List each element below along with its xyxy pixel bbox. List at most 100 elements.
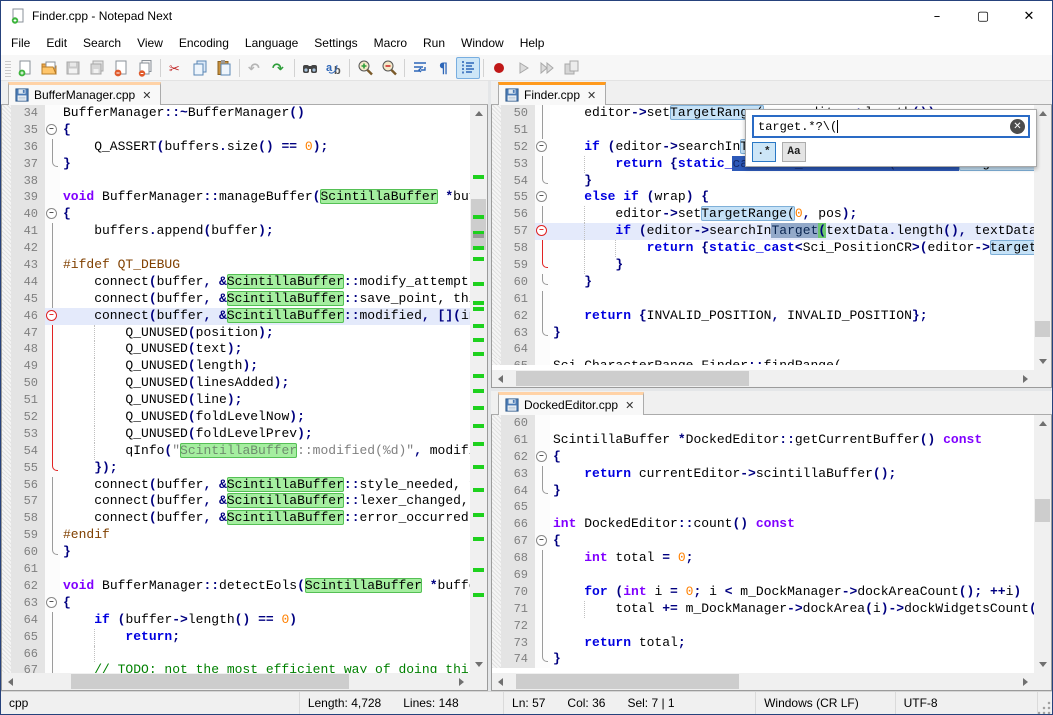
- h-scroll-thumb[interactable]: [516, 674, 740, 689]
- bookmark-margin[interactable]: [2, 173, 11, 190]
- bookmark-margin[interactable]: [2, 257, 11, 274]
- bookmark-margin[interactable]: [492, 223, 501, 240]
- bookmark-margin[interactable]: [492, 325, 501, 342]
- match-case-toggle-button[interactable]: Aa: [782, 142, 806, 162]
- code-text[interactable]: connect(buffer, &ScintillaBuffer::save_p…: [60, 291, 470, 308]
- record-macro-icon[interactable]: [487, 57, 511, 79]
- bookmark-margin[interactable]: [2, 612, 11, 629]
- zoom-in-icon[interactable]: [353, 57, 377, 79]
- code-text[interactable]: int total = 0;: [550, 550, 1034, 567]
- code-text[interactable]: connect(buffer, &ScintillaBuffer::error_…: [60, 510, 470, 527]
- code-text[interactable]: editor->setTargetRange(0, pos);: [550, 206, 1034, 223]
- code-text[interactable]: {: [550, 533, 1034, 550]
- scroll-left-button[interactable]: [2, 673, 19, 690]
- h-scroll-thumb[interactable]: [516, 371, 750, 386]
- bookmark-margin[interactable]: [2, 341, 11, 358]
- menu-help[interactable]: Help: [512, 32, 553, 54]
- maximize-button[interactable]: ▢: [960, 1, 1006, 31]
- code-text[interactable]: Q_UNUSED(text);: [60, 341, 470, 358]
- fold-margin[interactable]: –: [45, 206, 60, 223]
- code-text[interactable]: #ifdef QT_DEBUG: [60, 257, 470, 274]
- bookmark-margin[interactable]: [492, 516, 501, 533]
- open-file-icon[interactable]: [37, 57, 61, 79]
- redo-icon[interactable]: ↷: [267, 57, 291, 79]
- bookmark-margin[interactable]: [492, 635, 501, 652]
- scroll-right-button[interactable]: [1017, 673, 1034, 690]
- scroll-left-button[interactable]: [492, 673, 509, 690]
- menu-language[interactable]: Language: [237, 32, 306, 54]
- close-icon[interactable]: [109, 57, 133, 79]
- code-text[interactable]: [60, 646, 470, 663]
- buffermanager-horizontal-scrollbar[interactable]: [2, 673, 470, 690]
- fold-margin[interactable]: –: [45, 308, 60, 325]
- zoom-out-icon[interactable]: [377, 57, 401, 79]
- bookmark-margin[interactable]: [492, 358, 501, 365]
- code-text[interactable]: Q_UNUSED(foldLevelPrev);: [60, 426, 470, 443]
- code-text[interactable]: else if (wrap) {: [550, 189, 1034, 206]
- h-scroll-track[interactable]: [509, 370, 1017, 387]
- bookmark-margin[interactable]: [492, 466, 501, 483]
- close-all-icon[interactable]: [133, 57, 157, 79]
- status-language[interactable]: cpp: [1, 692, 300, 714]
- bookmark-margin[interactable]: [492, 308, 501, 325]
- code-text[interactable]: // TODO: not the most efficient way of d…: [60, 662, 470, 673]
- menu-edit[interactable]: Edit: [38, 32, 75, 54]
- bookmark-margin[interactable]: [492, 139, 501, 156]
- code-text[interactable]: }: [550, 483, 1034, 500]
- menu-file[interactable]: File: [3, 32, 38, 54]
- code-text[interactable]: Q_UNUSED(position);: [60, 325, 470, 342]
- v-scroll-thumb[interactable]: [471, 199, 486, 250]
- code-text[interactable]: }: [550, 257, 1034, 274]
- status-eol-format[interactable]: Windows (CR LF): [756, 692, 896, 714]
- code-text[interactable]: });: [60, 460, 470, 477]
- finder-horizontal-scrollbar[interactable]: [492, 370, 1034, 387]
- code-text[interactable]: [60, 173, 470, 190]
- code-text[interactable]: return currentEditor->scintillaBuffer();: [550, 466, 1034, 483]
- dockededitor-vertical-scrollbar[interactable]: [1034, 415, 1051, 673]
- new-file-icon[interactable]: [13, 57, 37, 79]
- code-text[interactable]: Q_UNUSED(line);: [60, 392, 470, 409]
- bookmark-margin[interactable]: [2, 544, 11, 561]
- code-text[interactable]: qInfo("ScintillaBuffer::modified(%d)", m…: [60, 443, 470, 460]
- replace-icon[interactable]: ab: [322, 57, 346, 79]
- scroll-down-button[interactable]: [1034, 353, 1051, 370]
- code-text[interactable]: }: [60, 544, 470, 561]
- bookmark-margin[interactable]: [2, 325, 11, 342]
- code-text[interactable]: return total;: [550, 635, 1034, 652]
- minimize-button[interactable]: –: [914, 1, 960, 31]
- bookmark-margin[interactable]: [2, 477, 11, 494]
- scroll-down-button[interactable]: [1034, 656, 1051, 673]
- code-text[interactable]: [60, 561, 470, 578]
- menu-view[interactable]: View: [129, 32, 171, 54]
- tab-dockededitor-cpp[interactable]: DockedEditor.cpp✕: [498, 392, 644, 415]
- bookmark-margin[interactable]: [492, 173, 501, 190]
- code-text[interactable]: connect(buffer, &ScintillaBuffer::modifi…: [60, 308, 470, 325]
- code-text[interactable]: [60, 240, 470, 257]
- tab-close-icon[interactable]: ✕: [623, 399, 636, 412]
- cut-icon[interactable]: ✂: [164, 57, 188, 79]
- code-text[interactable]: {: [60, 122, 470, 139]
- bookmark-margin[interactable]: [2, 308, 11, 325]
- menu-macro[interactable]: Macro: [366, 32, 415, 54]
- menu-search[interactable]: Search: [75, 32, 129, 54]
- bookmark-margin[interactable]: [492, 206, 501, 223]
- clear-search-icon[interactable]: ✕: [1010, 119, 1025, 134]
- scroll-up-button[interactable]: [1034, 415, 1051, 432]
- bookmark-margin[interactable]: [2, 409, 11, 426]
- bookmark-margin[interactable]: [2, 375, 11, 392]
- tab-buffermanager-cpp[interactable]: BufferManager.cpp✕: [8, 82, 161, 105]
- bookmark-margin[interactable]: [492, 533, 501, 550]
- menu-encoding[interactable]: Encoding: [171, 32, 237, 54]
- scroll-down-button[interactable]: [470, 656, 487, 673]
- bookmark-margin[interactable]: [2, 139, 11, 156]
- status-encoding[interactable]: UTF-8: [896, 692, 1038, 714]
- bookmark-margin[interactable]: [2, 189, 11, 206]
- v-scroll-track[interactable]: [470, 122, 487, 656]
- code-text[interactable]: connect(buffer, &ScintillaBuffer::style_…: [60, 477, 470, 494]
- bookmark-margin[interactable]: [2, 662, 11, 673]
- buffermanager-vertical-scrollbar[interactable]: [470, 105, 487, 673]
- bookmark-margin[interactable]: [2, 460, 11, 477]
- bookmark-margin[interactable]: [2, 493, 11, 510]
- fold-margin[interactable]: –: [45, 595, 60, 612]
- code-text[interactable]: {: [60, 595, 470, 612]
